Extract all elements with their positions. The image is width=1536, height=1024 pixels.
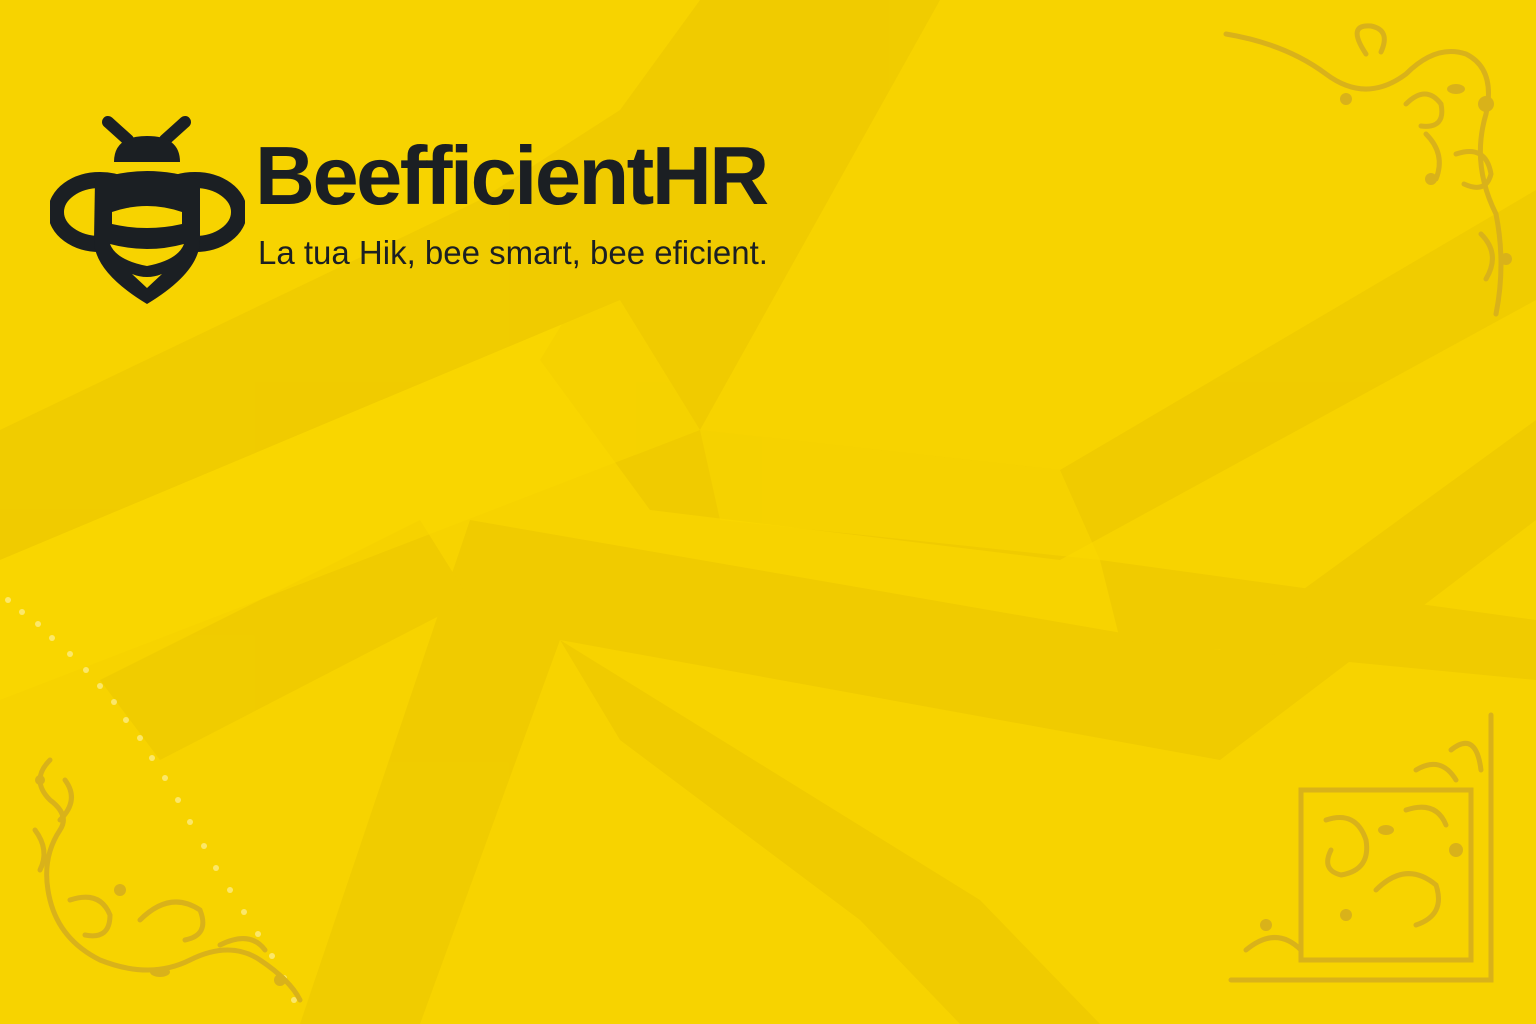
slide-background: BeefficientHR La tua Hik, bee smart, bee… [0, 0, 1536, 1024]
floral-ornament-icon [1223, 23, 1512, 317]
bee-icon [50, 116, 245, 304]
floral-ornament-icon [1228, 712, 1494, 983]
brand-tagline: La tua Hik, bee smart, bee eficient. [258, 234, 768, 271]
brand-name: BeefficientHR [255, 129, 769, 222]
floral-ornament-icon [32, 757, 303, 1003]
